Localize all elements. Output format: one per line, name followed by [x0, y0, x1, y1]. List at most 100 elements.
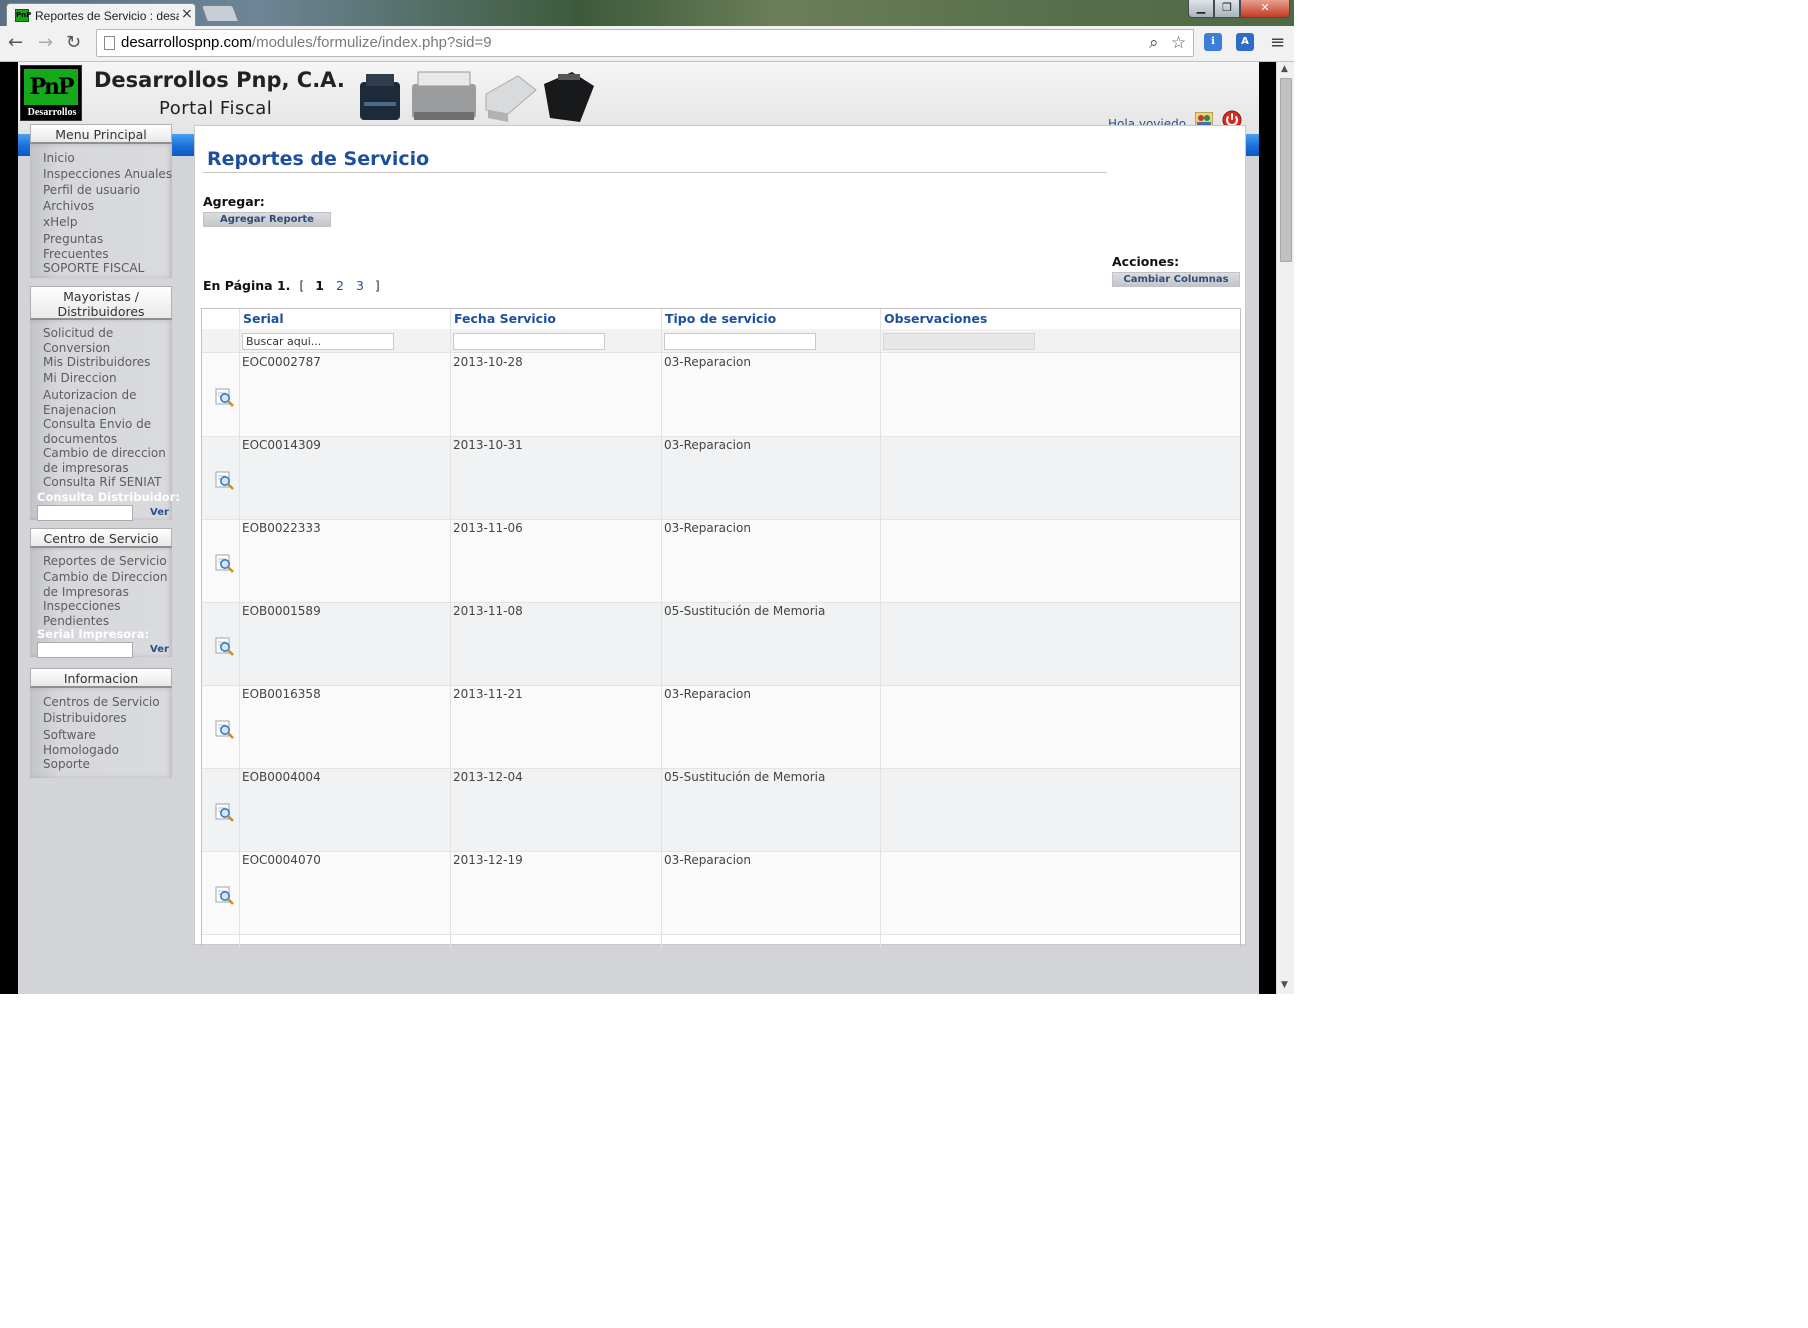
fecha-filter-input[interactable] [453, 333, 605, 350]
serial-cell: EOC0002787 [242, 355, 321, 369]
sidebar-item-preguntas-frecuentes[interactable]: Preguntas Frecuentes [43, 232, 109, 262]
add-report-button[interactable]: Agregar Reporte [203, 212, 331, 227]
serial-cell: EOB0004004 [242, 770, 321, 784]
column-header-serial[interactable]: Serial [240, 309, 450, 329]
sidebar-item-consulta-rif-seniat[interactable]: Consulta Rif SENIAT [43, 475, 161, 490]
column-header-tipo-servicio[interactable]: Tipo de servicio [662, 309, 880, 329]
sidebar-item-mis-distribuidores[interactable]: Mis Distribuidores [43, 355, 150, 370]
sidebar-item-inicio[interactable]: Inicio [43, 151, 75, 166]
serial-impresora-label: Serial Impresora: [37, 627, 150, 641]
informacion-body: Centros de Servicio Distribuidores Softw… [30, 688, 172, 778]
scroll-up-icon[interactable]: ▲ [1281, 64, 1288, 74]
serial-filter-input[interactable]: Buscar aqui... [242, 333, 394, 350]
site-header: PnP Desarrollos Desarrollos Pnp, C.A. Po… [18, 62, 1259, 134]
serial-cell: EOB0001589 [242, 604, 321, 618]
company-logo[interactable]: PnP Desarrollos [20, 65, 82, 121]
view-details-icon[interactable] [215, 387, 235, 407]
serial-cell: EOB0022333 [242, 521, 321, 535]
actions-label: Acciones: [1112, 254, 1180, 269]
maximize-icon[interactable]: ❐ [1214, 0, 1240, 18]
consulta-distribuidor-ver-button[interactable]: Ver [150, 507, 169, 518]
reports-table: Serial Fecha Servicio Tipo de servicio O… [201, 308, 1241, 948]
sidebar-item-centros-de-servicio[interactable]: Centros de Servicio [43, 695, 160, 710]
tipo-cell: 05-Sustitución de Memoria [664, 604, 826, 618]
close-icon[interactable]: ✕ [1240, 0, 1290, 18]
column-header-fecha-servicio[interactable]: Fecha Servicio [451, 309, 661, 329]
menu-icon[interactable]: ≡ [1270, 32, 1286, 53]
fecha-cell: 2013-11-08 [453, 604, 523, 618]
sidebar-item-autorizacion-enajenacion[interactable]: Autorizacion de Enajenacion [43, 388, 136, 418]
table-row: EOB0016358 2013-11-21 03-Reparacion [202, 686, 1240, 769]
minimize-icon[interactable]: ▁ [1188, 0, 1214, 18]
sidebar-item-soporte-fiscal[interactable]: SOPORTE FISCAL [43, 261, 144, 276]
fecha-cell: 2013-11-06 [453, 521, 523, 535]
address-bar[interactable]: desarrollospnp.com/modules/formulize/ind… [96, 29, 1194, 57]
reload-icon[interactable]: ↻ [66, 32, 81, 53]
serial-impresora-ver-button[interactable]: Ver [150, 644, 169, 655]
pagination-page-3[interactable]: 3 [356, 278, 364, 293]
view-details-icon[interactable] [215, 553, 235, 573]
table-row: EOC0004070 2013-12-19 03-Reparacion [202, 852, 1240, 935]
fecha-cell: 2013-11-21 [453, 687, 523, 701]
sidebar-item-cambio-direccion-impresoras[interactable]: Cambio de direccion de impresoras [43, 446, 166, 476]
sidebar-item-perfil-de-usuario[interactable]: Perfil de usuario [43, 183, 140, 198]
mayoristas-title: Mayoristas / Distribuidores [30, 286, 172, 320]
sidebar-item-cambio-direccion-de-impresoras[interactable]: Cambio de Direccion de Impresoras [43, 570, 167, 600]
tab-title: Reportes de Servicio : desa [35, 9, 179, 23]
view-details-icon[interactable] [215, 636, 235, 656]
sidebar-item-inspecciones-pendientes[interactable]: Inspecciones Pendientes [43, 599, 121, 629]
menu-principal-body: Inicio Inspecciones Anuales Perfil de us… [30, 144, 172, 278]
table-row: EOC0014309 2013-10-31 03-Reparacion [202, 437, 1240, 520]
page-scrollbar[interactable]: ▲ ▼ [1276, 62, 1294, 994]
change-columns-button[interactable]: Cambiar Columnas [1112, 272, 1240, 287]
sidebar-item-soporte[interactable]: Soporte [43, 757, 90, 772]
back-icon[interactable]: ← [8, 32, 23, 53]
tipo-cell: 03-Reparacion [664, 853, 751, 867]
browser-tab[interactable]: PnP Reportes de Servicio : desa × [6, 3, 196, 27]
sidebar-item-reportes-de-servicio[interactable]: Reportes de Servicio [43, 554, 167, 569]
consulta-distribuidor-input[interactable] [37, 505, 133, 521]
tipo-cell: 03-Reparacion [664, 521, 751, 535]
tipo-cell: 03-Reparacion [664, 687, 751, 701]
translate-icon[interactable]: A [1236, 33, 1254, 51]
extension-icon[interactable]: ℹ [1204, 33, 1222, 51]
view-details-icon[interactable] [215, 470, 235, 490]
pagination-current-page: 1 [315, 278, 324, 293]
filter-row: Buscar aqui... [202, 329, 1240, 353]
view-details-icon[interactable] [215, 719, 235, 739]
column-divider [450, 309, 451, 948]
scroll-thumb[interactable] [1280, 78, 1292, 262]
view-details-icon[interactable] [215, 802, 235, 822]
tipo-cell: 03-Reparacion [664, 355, 751, 369]
pagination-page-2[interactable]: 2 [336, 278, 344, 293]
view-details-icon[interactable] [215, 885, 235, 905]
fecha-cell: 2013-10-28 [453, 355, 523, 369]
informacion-title: Informacion [30, 668, 172, 688]
sidebar-item-consulta-envio-documentos[interactable]: Consulta Envio de documentos [43, 417, 151, 447]
tipo-cell: 03-Reparacion [664, 438, 751, 452]
sidebar-item-solicitud-conversion[interactable]: Solicitud de Conversion [43, 326, 113, 356]
sidebar-item-inspecciones-anuales[interactable]: Inspecciones Anuales [43, 167, 172, 182]
sidebar-item-software-homologado[interactable]: Software Homologado [43, 728, 119, 758]
star-icon[interactable]: ☆ [1171, 33, 1186, 53]
forward-icon[interactable]: → [38, 32, 53, 53]
page-icon [104, 36, 115, 50]
sidebar-item-mi-direccion[interactable]: Mi Direccion [43, 371, 117, 386]
table-row: EOB0004004 2013-12-04 05-Sustitución de Me… [202, 769, 1240, 852]
fecha-cell: 2013-10-31 [453, 438, 523, 452]
main-content: Reportes de Servicio Agregar: Agregar Re… [194, 125, 1246, 948]
centro-servicio-title: Centro de Servicio [30, 528, 172, 548]
scroll-down-icon[interactable]: ▼ [1281, 980, 1288, 990]
new-tab-button[interactable] [200, 5, 240, 22]
sidebar-item-xhelp[interactable]: xHelp [43, 215, 77, 230]
sidebar-item-archivos[interactable]: Archivos [43, 199, 94, 214]
sidebar-item-distribuidores[interactable]: Distribuidores [43, 711, 127, 726]
search-icon[interactable]: ⌕ [1149, 33, 1159, 53]
tipo-filter-input[interactable] [664, 333, 816, 350]
serial-impresora-input[interactable] [37, 642, 133, 658]
tab-close-icon[interactable]: × [181, 6, 193, 22]
centro-servicio-body: Reportes de Servicio Cambio de Direccion… [30, 548, 172, 658]
observaciones-filter-input [883, 333, 1035, 350]
column-header-observaciones[interactable]: Observaciones [881, 309, 1091, 329]
company-name: Desarrollos Pnp, C.A. [94, 68, 345, 92]
